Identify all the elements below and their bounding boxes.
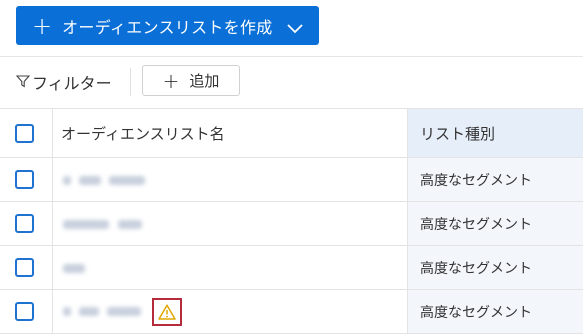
create-audience-list-button[interactable]: + オーディエンスリストを作成: [16, 6, 319, 45]
row-select-cell: [0, 246, 53, 290]
table-header-row: オーディエンスリスト名 リスト種別: [0, 109, 583, 158]
chevron-down-icon[interactable]: [287, 19, 303, 38]
redacted-text: [118, 220, 142, 229]
redacted-text: [109, 176, 145, 185]
table-row[interactable]: 高度なセグメント: [0, 202, 583, 246]
row-checkbox[interactable]: [15, 258, 34, 277]
row-checkbox[interactable]: [15, 170, 34, 189]
divider: [130, 68, 131, 96]
redacted-text: [63, 264, 85, 273]
warning-icon[interactable]: [152, 298, 182, 326]
filter-button[interactable]: フィルター: [16, 70, 112, 94]
list-type-cell: 高度なセグメント: [408, 202, 583, 246]
top-toolbar: + オーディエンスリストを作成: [0, 0, 583, 57]
row-checkbox[interactable]: [15, 302, 34, 321]
table-row[interactable]: 高度なセグメント: [0, 158, 583, 202]
row-select-cell: [0, 158, 53, 202]
filter-bar: フィルター + 追加: [0, 56, 583, 108]
create-audience-list-label: オーディエンスリストを作成: [62, 14, 272, 38]
redacted-text: [79, 307, 99, 316]
redacted-text: [63, 220, 109, 229]
redacted-text: [63, 176, 71, 185]
filter-icon: [16, 73, 32, 92]
redacted-text: [63, 307, 71, 316]
table-row[interactable]: 高度なセグメント: [0, 246, 583, 290]
audience-list-table: オーディエンスリスト名 リスト種別 高度なセグメント 高度なセグメント: [0, 108, 583, 334]
add-filter-label: 追加: [189, 70, 219, 91]
filter-label: フィルター: [32, 70, 112, 94]
list-type-cell: 高度なセグメント: [408, 158, 583, 202]
audience-name-cell[interactable]: [53, 158, 408, 202]
row-checkbox[interactable]: [15, 214, 34, 233]
select-all-cell: [0, 109, 53, 158]
column-header-type[interactable]: リスト種別: [408, 109, 583, 158]
add-filter-button[interactable]: + 追加: [142, 65, 240, 96]
list-type-cell: 高度なセグメント: [408, 246, 583, 290]
plus-icon: +: [32, 14, 52, 38]
audience-name-cell[interactable]: [53, 246, 408, 290]
plus-icon: +: [163, 71, 180, 91]
select-all-checkbox[interactable]: [15, 124, 34, 143]
column-header-name[interactable]: オーディエンスリスト名: [53, 109, 408, 158]
redacted-text: [107, 307, 141, 316]
redacted-text: [79, 176, 101, 185]
row-select-cell: [0, 202, 53, 246]
audience-name-cell[interactable]: [53, 202, 408, 246]
